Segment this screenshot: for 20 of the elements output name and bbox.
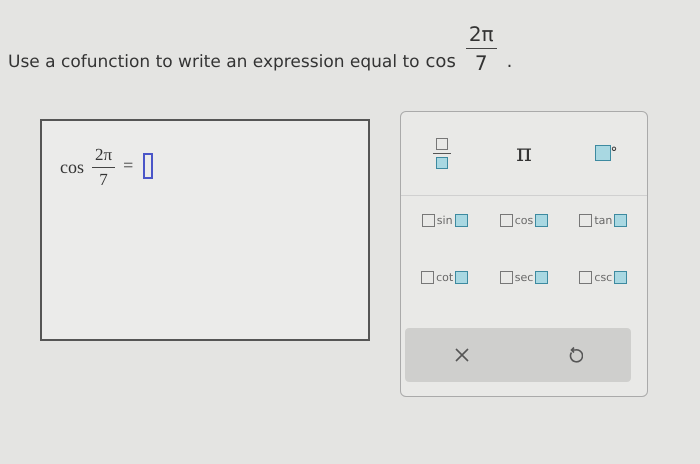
function-key[interactable]: csc	[564, 268, 643, 286]
denominator-text: 7	[474, 50, 488, 75]
function-key[interactable]: sec	[484, 268, 564, 286]
function-key[interactable]: sin	[405, 212, 484, 229]
undo-icon	[566, 346, 582, 364]
function-key[interactable]: tan	[564, 212, 643, 229]
numerator-text: 2π	[466, 22, 497, 49]
function-key[interactable]: cos	[484, 212, 564, 229]
answer-input-field[interactable]	[143, 153, 154, 179]
period-text: .	[506, 51, 512, 72]
close-icon	[454, 347, 470, 364]
function-key[interactable]: cot	[405, 268, 484, 286]
cos-text: cos	[60, 157, 84, 178]
numerator-text: 2π	[92, 145, 116, 168]
denominator-text: 7	[99, 169, 108, 190]
equals-sign: =	[123, 155, 134, 176]
pi-key[interactable]: π	[510, 135, 538, 172]
question-text: Use a cofunction to write an expression equal to	[8, 52, 420, 72]
cos-text: cos	[426, 51, 456, 72]
degree-key[interactable]: °	[588, 141, 624, 166]
